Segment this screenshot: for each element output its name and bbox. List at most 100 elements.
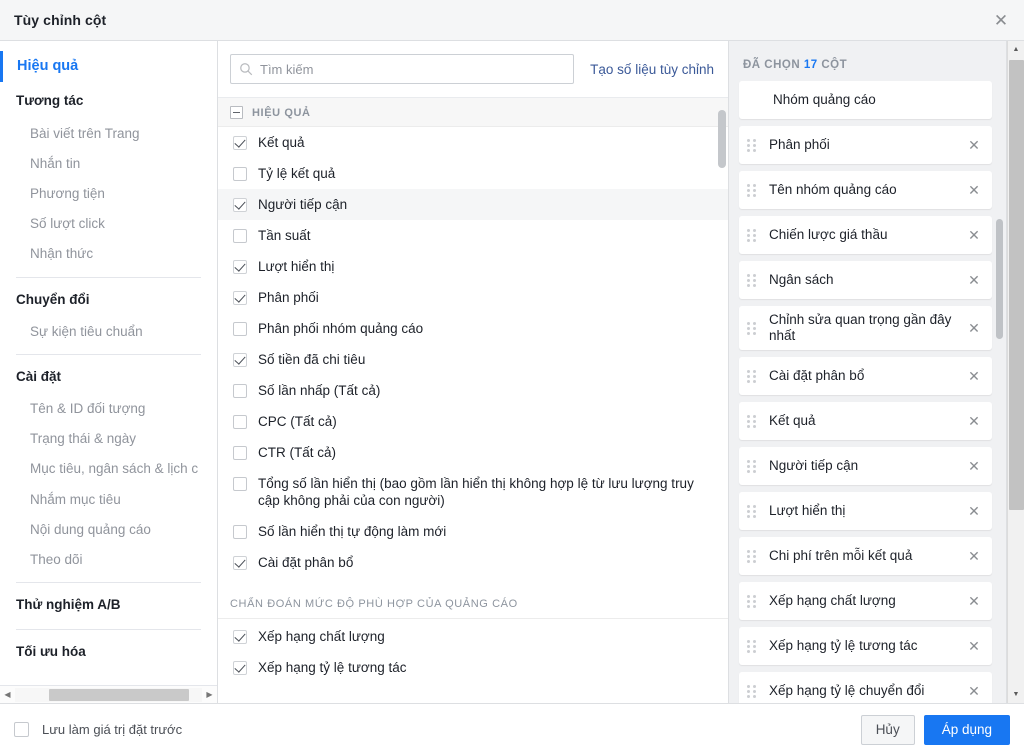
checkbox-unchecked-icon[interactable]: [233, 415, 247, 429]
collapse-minus-icon[interactable]: [230, 106, 243, 119]
drag-handle-icon[interactable]: [747, 369, 756, 383]
remove-column-icon[interactable]: ✕: [966, 549, 982, 563]
sidebar-hscroll-track[interactable]: [15, 688, 202, 702]
sidebar-item-17[interactable]: Tối ưu hóa: [0, 633, 217, 669]
metric-option-row[interactable]: Cài đặt phân bổ: [218, 547, 728, 578]
scroll-right-arrow-icon[interactable]: ▶: [202, 687, 217, 703]
checkbox-unchecked-icon[interactable]: [233, 446, 247, 460]
selected-scroll-thumb[interactable]: [996, 219, 1003, 339]
checkbox-checked-icon[interactable]: [233, 260, 247, 274]
metrics-group-header[interactable]: HIỆU QUẢ: [218, 98, 728, 127]
scroll-down-arrow-icon[interactable]: ▼: [1008, 686, 1024, 703]
metric-option-row[interactable]: CPC (Tất cả): [218, 406, 728, 437]
cancel-button[interactable]: Hủy: [861, 715, 915, 745]
remove-column-icon[interactable]: ✕: [966, 321, 982, 335]
selected-column-card[interactable]: Nhóm quảng cáo: [739, 81, 992, 119]
remove-column-icon[interactable]: ✕: [966, 228, 982, 242]
drag-handle-icon[interactable]: [747, 684, 756, 698]
sidebar-hscroll-thumb[interactable]: [49, 689, 189, 701]
sidebar-item-16[interactable]: Thử nghiệm A/B: [0, 586, 217, 622]
metric-option-row[interactable]: Số lần hiển thị tự động làm mới: [218, 516, 728, 547]
remove-column-icon[interactable]: ✕: [966, 138, 982, 152]
selected-column-card[interactable]: Cài đặt phân bổ✕: [739, 357, 992, 395]
scroll-up-arrow-icon[interactable]: ▲: [1008, 41, 1024, 58]
metric-option-row[interactable]: Xếp hạng tỷ lệ tương tác: [218, 652, 728, 683]
checkbox-unchecked-icon[interactable]: [233, 167, 247, 181]
selected-column-card[interactable]: Chiến lược giá thầu✕: [739, 216, 992, 254]
drag-handle-icon[interactable]: [747, 549, 756, 563]
sidebar-item-10[interactable]: Tên & ID đối tượng: [0, 394, 217, 424]
close-icon[interactable]: ✕: [988, 7, 1014, 33]
checkbox-unchecked-icon[interactable]: [233, 525, 247, 539]
drag-handle-icon[interactable]: [747, 504, 756, 518]
sidebar-item-13[interactable]: Nhắm mục tiêu: [0, 485, 217, 515]
drag-handle-icon[interactable]: [747, 273, 756, 287]
drag-handle-icon[interactable]: [747, 414, 756, 428]
page-scroll-thumb[interactable]: [1009, 60, 1024, 510]
drag-handle-icon[interactable]: [747, 321, 756, 335]
apply-button[interactable]: Áp dụng: [924, 715, 1010, 745]
selected-column-card[interactable]: Phân phối✕: [739, 126, 992, 164]
checkbox-checked-icon[interactable]: [233, 661, 247, 675]
drag-handle-icon[interactable]: [747, 138, 756, 152]
checkbox-checked-icon[interactable]: [233, 136, 247, 150]
metric-option-row[interactable]: Số lần nhấp (Tất cả): [218, 375, 728, 406]
save-preset-checkbox[interactable]: [14, 722, 29, 737]
sidebar-item-4[interactable]: Phương tiện: [0, 179, 217, 209]
checkbox-checked-icon[interactable]: [233, 630, 247, 644]
metric-option-row[interactable]: Tỷ lệ kết quả: [218, 158, 728, 189]
checkbox-unchecked-icon[interactable]: [233, 229, 247, 243]
checkbox-unchecked-icon[interactable]: [233, 384, 247, 398]
create-custom-metric-link[interactable]: Tạo số liệu tùy chỉnh: [590, 62, 714, 77]
selected-column-card[interactable]: Kết quả✕: [739, 402, 992, 440]
metric-option-row[interactable]: Tần suất: [218, 220, 728, 251]
sidebar-item-14[interactable]: Nội dung quảng cáo: [0, 515, 217, 545]
checkbox-checked-icon[interactable]: [233, 556, 247, 570]
sidebar-item-0[interactable]: Hiệu quả: [0, 51, 217, 82]
metric-option-row[interactable]: Tổng số lần hiển thị (bao gồm lần hiển t…: [218, 468, 728, 516]
selected-vertical-scrollbar[interactable]: [996, 101, 1003, 693]
selected-column-card[interactable]: Xếp hạng tỷ lệ tương tác✕: [739, 627, 992, 665]
metric-option-row[interactable]: Phân phối: [218, 282, 728, 313]
metrics-vertical-scrollbar[interactable]: [718, 104, 726, 697]
sidebar-item-8[interactable]: Sự kiện tiêu chuẩn: [0, 317, 217, 347]
selected-column-card[interactable]: Lượt hiển thị✕: [739, 492, 992, 530]
selected-column-card[interactable]: Tên nhóm quảng cáo✕: [739, 171, 992, 209]
checkbox-unchecked-icon[interactable]: [233, 322, 247, 336]
selected-column-card[interactable]: Chỉnh sửa quan trọng gần đây nhất✕: [739, 306, 992, 350]
metric-option-row[interactable]: Kết quả: [218, 127, 728, 158]
metric-option-row[interactable]: Số tiền đã chi tiêu: [218, 344, 728, 375]
metric-option-row[interactable]: Xếp hạng chất lượng: [218, 621, 728, 652]
scroll-left-arrow-icon[interactable]: ◀: [0, 687, 15, 703]
sidebar-item-7[interactable]: Chuyển đổi: [0, 281, 217, 317]
metrics-scroll-thumb[interactable]: [718, 110, 726, 168]
metric-option-row[interactable]: Lượt hiển thị: [218, 251, 728, 282]
sidebar-item-12[interactable]: Mục tiêu, ngân sách & lịch c: [0, 454, 217, 484]
remove-column-icon[interactable]: ✕: [966, 684, 982, 698]
selected-column-card[interactable]: Xếp hạng chất lượng✕: [739, 582, 992, 620]
remove-column-icon[interactable]: ✕: [966, 183, 982, 197]
checkbox-checked-icon[interactable]: [233, 198, 247, 212]
remove-column-icon[interactable]: ✕: [966, 504, 982, 518]
selected-column-card[interactable]: Ngân sách✕: [739, 261, 992, 299]
sidebar-item-9[interactable]: Cài đặt: [0, 358, 217, 394]
sidebar-item-2[interactable]: Bài viết trên Trang: [0, 119, 217, 149]
sidebar-item-6[interactable]: Nhận thức: [0, 239, 217, 269]
metric-option-row[interactable]: CTR (Tất cả): [218, 437, 728, 468]
search-input[interactable]: [260, 62, 565, 77]
remove-column-icon[interactable]: ✕: [966, 459, 982, 473]
selected-column-card[interactable]: Xếp hạng tỷ lệ chuyển đổi✕: [739, 672, 992, 703]
page-vertical-scrollbar[interactable]: ▲ ▼: [1007, 41, 1024, 703]
selected-column-card[interactable]: Chi phí trên mỗi kết quả✕: [739, 537, 992, 575]
remove-column-icon[interactable]: ✕: [966, 594, 982, 608]
sidebar-item-1[interactable]: Tương tác: [0, 82, 217, 118]
checkbox-checked-icon[interactable]: [233, 353, 247, 367]
remove-column-icon[interactable]: ✕: [966, 639, 982, 653]
remove-column-icon[interactable]: ✕: [966, 369, 982, 383]
sidebar-item-11[interactable]: Trạng thái & ngày: [0, 424, 217, 454]
sidebar-item-3[interactable]: Nhắn tin: [0, 149, 217, 179]
checkbox-unchecked-icon[interactable]: [233, 477, 247, 491]
remove-column-icon[interactable]: ✕: [966, 414, 982, 428]
remove-column-icon[interactable]: ✕: [966, 273, 982, 287]
sidebar-item-5[interactable]: Số lượt click: [0, 209, 217, 239]
